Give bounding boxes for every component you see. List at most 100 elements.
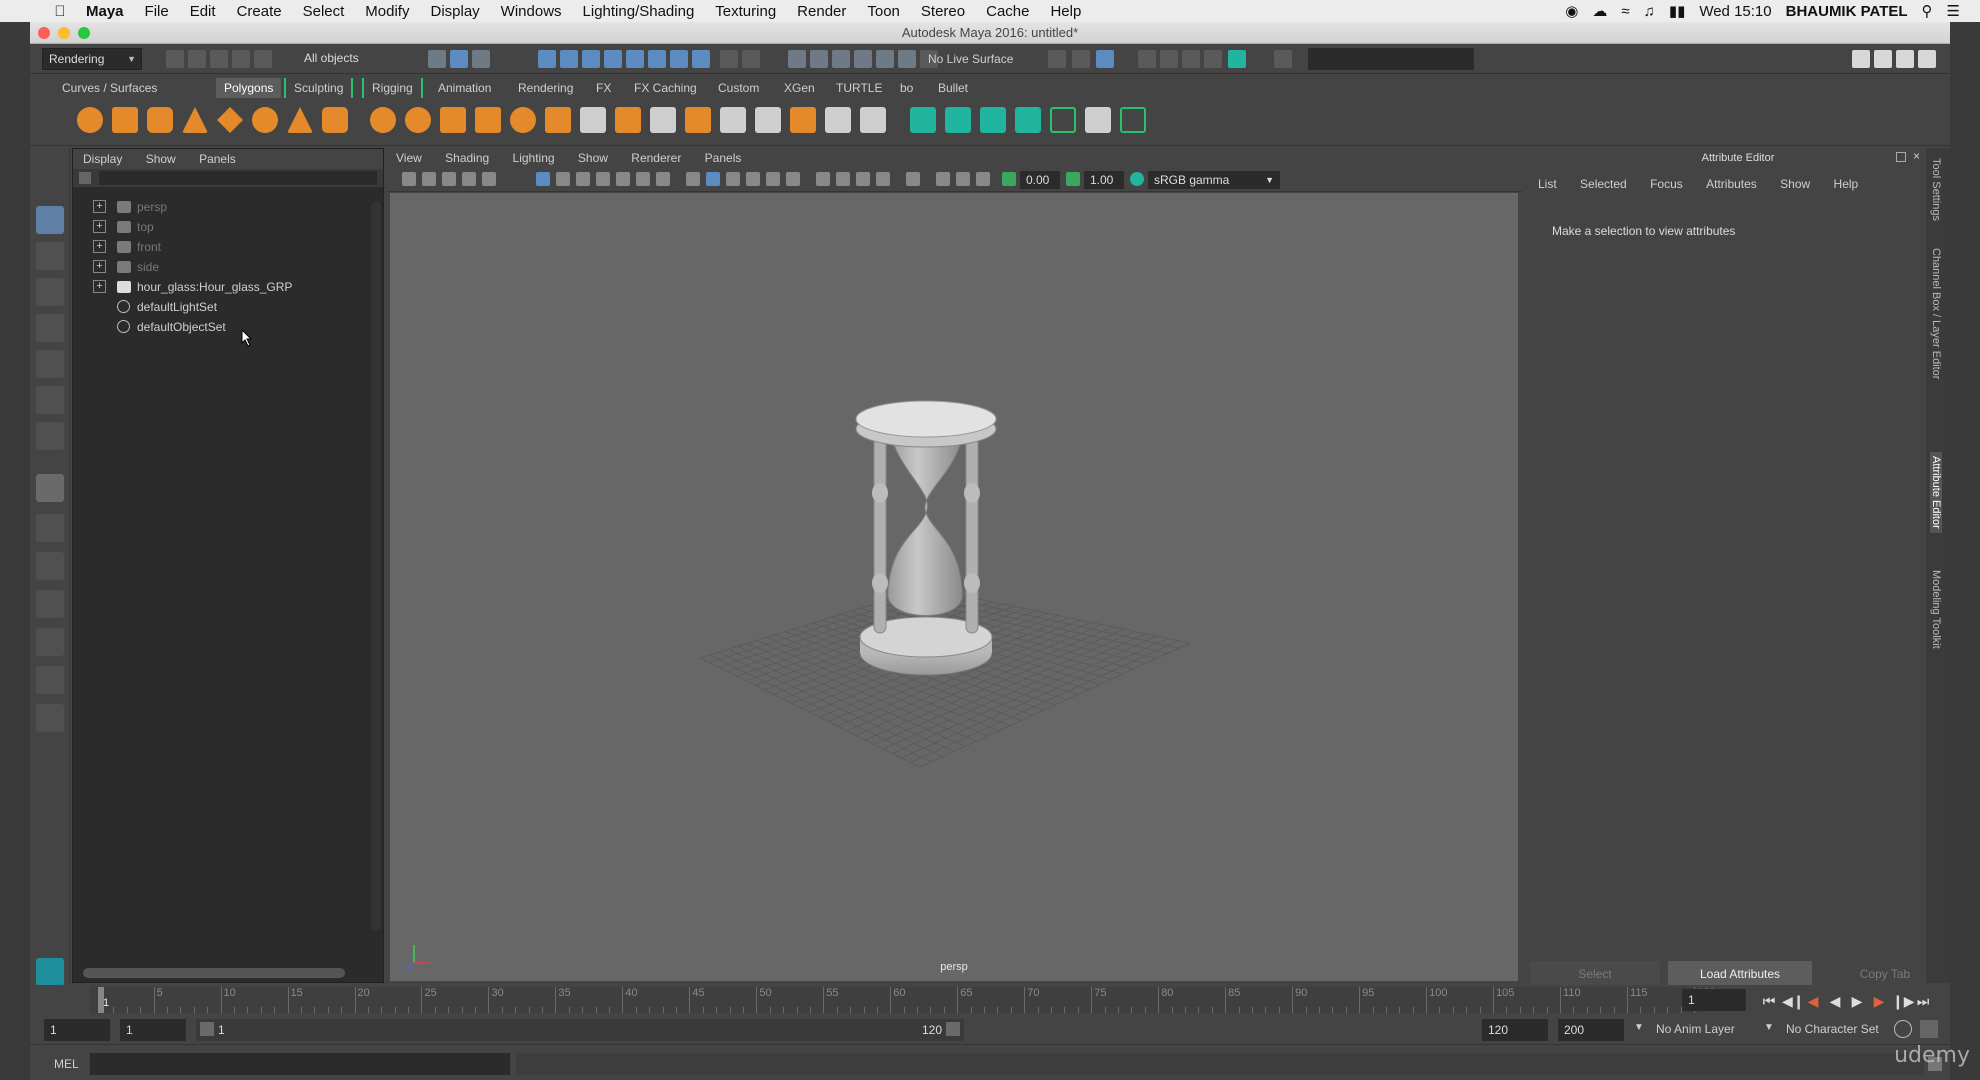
go-to-end-icon[interactable]: ⏭: [1914, 993, 1932, 1010]
range-start-handle[interactable]: [200, 1022, 214, 1036]
shelf-tab-rigging[interactable]: Rigging: [362, 78, 423, 98]
bridge-icon[interactable]: [650, 107, 676, 133]
outliner-menu-display[interactable]: Display: [83, 152, 122, 166]
snap-to-curve-icon[interactable]: [810, 50, 828, 68]
ae-menu-selected[interactable]: Selected: [1580, 177, 1627, 191]
rotate-tool-icon[interactable]: [36, 350, 64, 378]
hypershade-layout-icon[interactable]: [36, 628, 64, 656]
filter-icon[interactable]: [79, 172, 91, 184]
fill-hole-icon[interactable]: [790, 107, 816, 133]
bevel-icon[interactable]: [685, 107, 711, 133]
use-all-lights-icon[interactable]: [766, 172, 780, 186]
poly-cone-icon[interactable]: [182, 107, 208, 133]
xray-icon[interactable]: [936, 172, 950, 186]
isolate-select-icon[interactable]: [906, 172, 920, 186]
shelf-tab-bo[interactable]: bo: [892, 78, 921, 98]
viewport-menu-shading[interactable]: Shading: [445, 151, 489, 165]
close-icon[interactable]: ×: [1913, 149, 1920, 163]
construction-history-icon[interactable]: [1048, 50, 1066, 68]
menu-help[interactable]: Help: [1050, 3, 1081, 20]
select-camera-icon[interactable]: [402, 172, 416, 186]
outliner-item-default-light-set[interactable]: defaultLightSet: [81, 297, 371, 317]
shelf-tab-turtle[interactable]: TURTLE: [828, 78, 890, 98]
ipr-render-icon[interactable]: [1138, 50, 1156, 68]
outliner-item-persp[interactable]: + persp: [81, 197, 371, 217]
float-panel-icon[interactable]: [1896, 152, 1906, 162]
expand-icon[interactable]: +: [93, 240, 106, 253]
menu-cache[interactable]: Cache: [986, 3, 1029, 20]
expand-icon[interactable]: +: [93, 200, 106, 213]
menu-lighting-shading[interactable]: Lighting/Shading: [583, 3, 695, 20]
target-weld-icon[interactable]: [825, 107, 851, 133]
shelf-tab-custom[interactable]: Custom: [710, 78, 767, 98]
safe-action-icon[interactable]: [636, 172, 650, 186]
snap-to-view-plane-icon[interactable]: [854, 50, 872, 68]
load-attributes-button[interactable]: Load Attributes: [1668, 961, 1812, 987]
combine-icon[interactable]: [370, 107, 396, 133]
scale-tool-icon[interactable]: [36, 386, 64, 414]
menu-stereo[interactable]: Stereo: [921, 3, 965, 20]
menu-create[interactable]: Create: [237, 3, 282, 20]
viewport-menu-lighting[interactable]: Lighting: [513, 151, 555, 165]
current-time-indicator[interactable]: [98, 987, 104, 1013]
outliner-item-front[interactable]: + front: [81, 237, 371, 257]
boolean-icon[interactable]: [510, 107, 536, 133]
new-scene-icon[interactable]: [166, 50, 184, 68]
viewport-menu-view[interactable]: View: [396, 151, 422, 165]
mask-joints-icon[interactable]: [560, 50, 578, 68]
spherical-uv-icon[interactable]: [980, 107, 1006, 133]
outliner-menu-panels[interactable]: Panels: [199, 152, 236, 166]
side-tab-attribute-editor[interactable]: Attribute Editor: [1930, 452, 1942, 533]
poly-torus-icon[interactable]: [252, 107, 278, 133]
snap-to-point-icon[interactable]: [832, 50, 850, 68]
mask-surfaces-icon[interactable]: [604, 50, 622, 68]
render-view-icon[interactable]: [1072, 50, 1090, 68]
shelf-tab-rendering[interactable]: Rendering: [510, 78, 581, 98]
menu-toon[interactable]: Toon: [867, 3, 900, 20]
auto-key-icon[interactable]: [1894, 1020, 1912, 1038]
automatic-uv-icon[interactable]: [1015, 107, 1041, 133]
extract-icon[interactable]: [440, 107, 466, 133]
four-view-layout-icon[interactable]: [36, 514, 64, 542]
lasso-tool-icon[interactable]: [36, 242, 64, 270]
mask-deformations-icon[interactable]: [626, 50, 644, 68]
redo-icon[interactable]: [254, 50, 272, 68]
toggle-panel-icon[interactable]: [1274, 50, 1292, 68]
step-forward-frame-icon[interactable]: ❙▶: [1892, 993, 1915, 1010]
chevron-down-icon[interactable]: ▼: [1634, 1022, 1644, 1033]
poly-sphere-icon[interactable]: [77, 107, 103, 133]
poly-cube-icon[interactable]: [112, 107, 138, 133]
menu-modify[interactable]: Modify: [365, 3, 409, 20]
viewport-menu-panels[interactable]: Panels: [705, 151, 742, 165]
viewport-menu-show[interactable]: Show: [578, 151, 608, 165]
mask-curves-icon[interactable]: [582, 50, 600, 68]
notification-list-icon[interactable]: ☰: [1947, 2, 1960, 20]
make-live-icon[interactable]: [876, 50, 894, 68]
depth-of-field-icon[interactable]: [876, 172, 890, 186]
magnet-icon[interactable]: [898, 50, 916, 68]
shadows-icon[interactable]: [786, 172, 800, 186]
expand-icon[interactable]: +: [93, 280, 106, 293]
select-tool-icon[interactable]: [36, 206, 64, 234]
shelf-tab-polygons[interactable]: Polygons: [216, 78, 282, 98]
extrude-icon[interactable]: [615, 107, 641, 133]
clock[interactable]: Wed 15:10: [1699, 3, 1771, 20]
ae-menu-focus[interactable]: Focus: [1650, 177, 1683, 191]
outliner-horizontal-scrollbar[interactable]: [83, 968, 345, 978]
side-tab-tool-settings[interactable]: Tool Settings: [1930, 158, 1942, 221]
ae-menu-help[interactable]: Help: [1834, 177, 1859, 191]
exposure-field[interactable]: 0.00: [1020, 171, 1060, 189]
mask-rendering-icon[interactable]: [670, 50, 688, 68]
outliner-item-top[interactable]: + top: [81, 217, 371, 237]
undo-icon[interactable]: [232, 50, 250, 68]
zoom-window-button[interactable]: [78, 27, 90, 39]
wireframe-icon[interactable]: [686, 172, 700, 186]
outliner-item-side[interactable]: + side: [81, 257, 371, 277]
menu-render[interactable]: Render: [797, 3, 846, 20]
render-settings-icon[interactable]: [1160, 50, 1178, 68]
planar-uv-icon[interactable]: [910, 107, 936, 133]
time-slider-track[interactable]: 1 5 10 15 20 25 30 35 40 45 50 55 60 65 70 75 80 85 90 95 10…: [90, 987, 1715, 1013]
move-tool-icon[interactable]: [36, 314, 64, 342]
3d-viewport[interactable]: persp: [390, 193, 1518, 981]
open-scene-icon[interactable]: [188, 50, 206, 68]
